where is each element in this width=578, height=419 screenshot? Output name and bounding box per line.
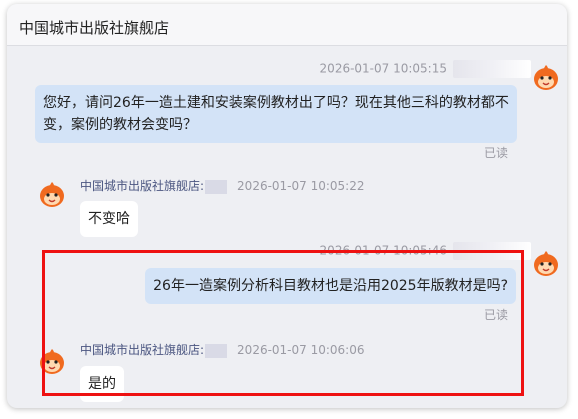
redacted-agent-name — [205, 343, 228, 358]
redacted-agent-name — [205, 179, 228, 194]
incoming-message-bubble[interactable]: 是的 — [80, 366, 124, 402]
outgoing-message-bubble[interactable]: 26年一造案例分析科目教材也是沿用2025年版教材是吗? — [145, 268, 516, 304]
shop-title: 中国城市出版社旗舰店 — [19, 19, 170, 37]
read-status: 已读 — [483, 146, 508, 160]
user-avatar-icon — [531, 248, 561, 278]
redacted-username — [453, 60, 531, 78]
incoming-message-bubble[interactable]: 不变哈 — [80, 201, 138, 237]
shop-avatar-icon — [37, 179, 67, 209]
sender-name: 中国城市出版社旗舰店: — [80, 343, 205, 357]
message-list[interactable]: 2026-01-07 10:05:15 您好，请问26年一造土建和安装案例教材出… — [7, 46, 567, 408]
message-timestamp: 2026-01-07 10:06:06 — [237, 343, 365, 357]
message-timestamp: 2026-01-07 10:05:15 — [319, 61, 447, 76]
outgoing-message-bubble[interactable]: 您好，请问26年一造土建和安装案例教材出了吗？现在其他三科的教材都不变，案例的教… — [35, 85, 517, 143]
sender-name: 中国城市出版社旗舰店: — [80, 179, 205, 193]
chat-window: 中国城市出版社旗舰店 2026-01-07 10:05:15 您好，请问26年一… — [7, 4, 567, 408]
sender-line: 中国城市出版社旗舰店: 2026-01-07 10:05:22 — [80, 177, 365, 194]
user-avatar-icon — [531, 62, 561, 92]
message-timestamp: 2026-01-07 10:05:22 — [237, 179, 365, 193]
message-meta: 2026-01-07 10:05:46 — [320, 242, 531, 260]
sender-line: 中国城市出版社旗舰店: 2026-01-07 10:06:06 — [80, 341, 365, 358]
message-meta: 2026-01-07 10:05:15 — [320, 60, 531, 78]
redacted-username — [453, 242, 531, 260]
shop-avatar-icon — [37, 346, 67, 376]
chat-header: 中国城市出版社旗舰店 — [7, 4, 567, 46]
read-status: 已读 — [483, 308, 508, 322]
message-timestamp: 2026-01-07 10:05:46 — [319, 243, 447, 258]
